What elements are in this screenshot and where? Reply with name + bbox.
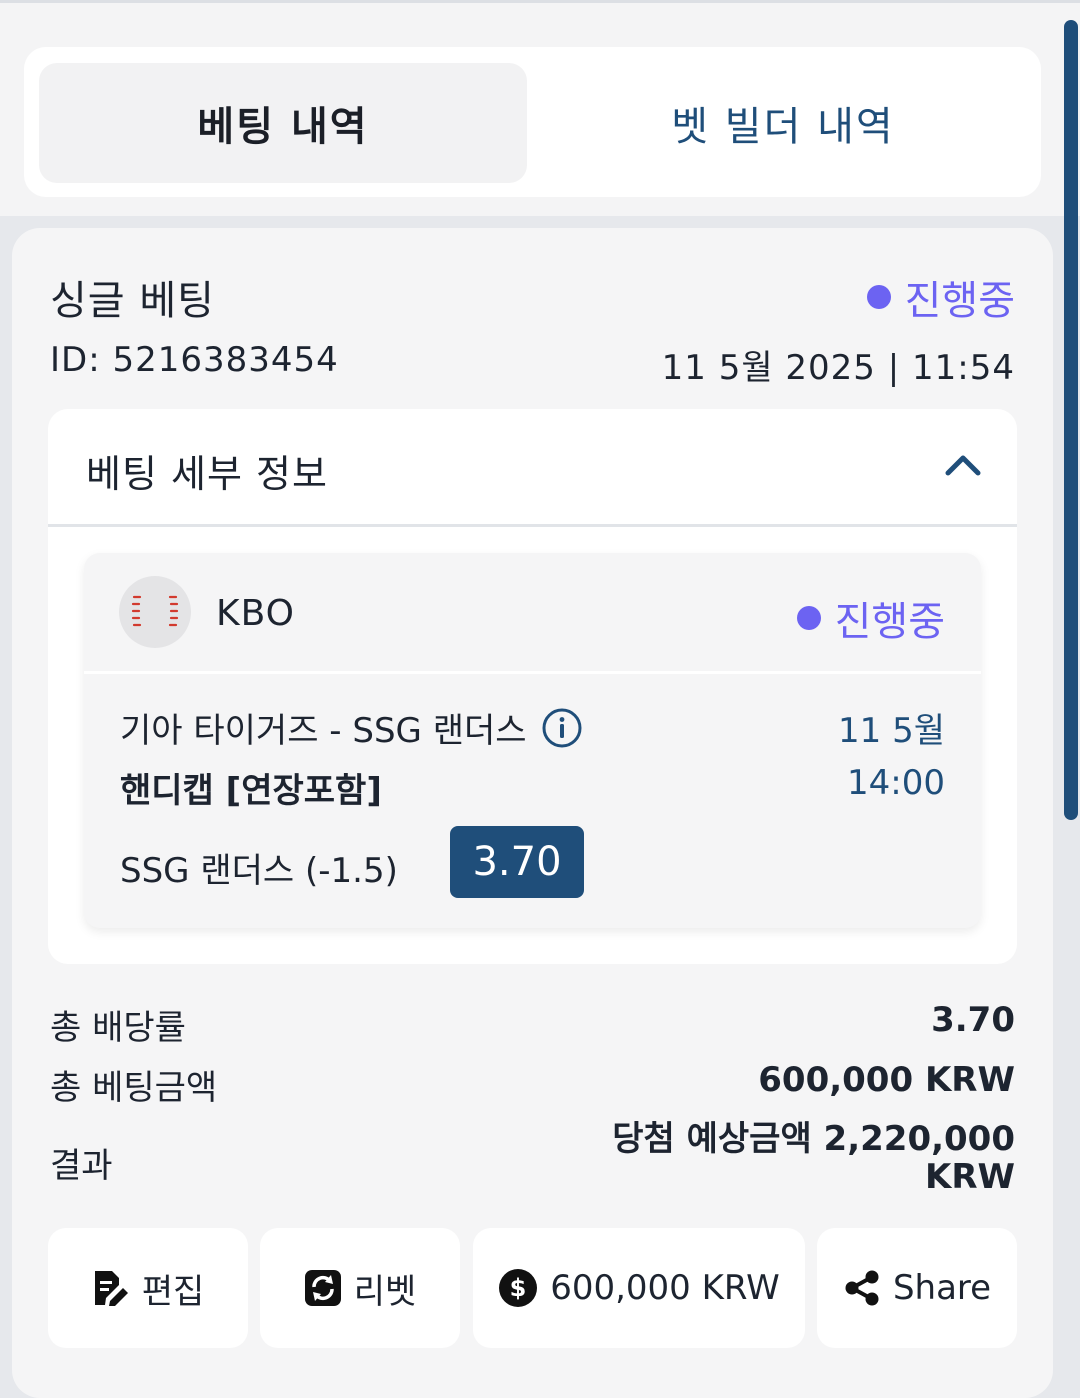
match-date: 11 5월 xyxy=(838,711,945,751)
share-button[interactable]: Share xyxy=(817,1228,1017,1348)
rebet-label: 리벳 xyxy=(353,1271,417,1312)
total-stake-label: 총 베팅금액 xyxy=(50,1068,218,1108)
bet-details-title: 베팅 세부 정보 xyxy=(86,452,328,496)
edit-button[interactable]: 편집 xyxy=(48,1228,248,1348)
match-time: 14:00 xyxy=(847,763,945,803)
tab-bet-history[interactable]: 베팅 내역 xyxy=(39,63,527,183)
stake-amount-button[interactable]: $ 600,000 KRW xyxy=(473,1228,805,1348)
dollar-icon: $ xyxy=(499,1269,538,1307)
share-label: Share xyxy=(892,1268,992,1308)
bet-market: 핸디캡 [연장포함] xyxy=(120,771,382,811)
edit-label: 편집 xyxy=(141,1271,205,1312)
match-status-badge: 진행중 xyxy=(796,589,945,647)
bet-selection: SSG 랜더스 (-1.5) xyxy=(120,851,398,891)
league-name: KBO xyxy=(216,593,296,634)
top-band: 베팅 내역 벳 빌더 내역 xyxy=(0,0,1080,216)
total-stake-value: 600,000 KRW xyxy=(758,1060,1015,1100)
bet-id: ID: 5216383454 xyxy=(50,340,339,380)
result-value-line2: KRW xyxy=(924,1157,1015,1197)
bet-status-badge: 진행중 xyxy=(866,268,1015,326)
info-icon[interactable] xyxy=(541,707,583,749)
baseball-icon xyxy=(119,576,191,648)
status-dot-icon xyxy=(866,285,891,309)
bet-datetime: 11 5월 2025 | 11:54 xyxy=(661,348,1015,388)
match-teams-text: 기아 타이거즈 - SSG 랜더스 xyxy=(120,711,527,751)
bet-status-text: 진행중 xyxy=(904,278,1015,324)
match-header: KBO 진행중 xyxy=(84,553,981,674)
edit-icon xyxy=(94,1271,128,1306)
svg-text:$: $ xyxy=(510,1274,527,1302)
total-odds-label: 총 배당률 xyxy=(50,1008,186,1048)
tab-bet-builder-history[interactable]: 벳 빌더 내역 xyxy=(534,63,1032,183)
share-icon xyxy=(845,1270,879,1306)
bet-details-header[interactable]: 베팅 세부 정보 xyxy=(48,409,1017,527)
bet-details-panel: 베팅 세부 정보 KBO 진행중 기아 타이거즈 - SSG 랜더스 핸디캡 [… xyxy=(48,409,1017,964)
total-odds-value: 3.70 xyxy=(931,1000,1015,1040)
result-label: 결과 xyxy=(50,1146,113,1186)
scrollbar[interactable] xyxy=(1064,20,1078,820)
action-buttons: 편집 리벳 $ 600,000 KRW Share xyxy=(48,1228,1017,1348)
result-value-line1: 당첨 예상금액 2,220,000 xyxy=(612,1119,1015,1159)
bet-type: 싱글 베팅 xyxy=(50,278,215,324)
match-card: KBO 진행중 기아 타이거즈 - SSG 랜더스 핸디캡 [연장포함] SSG… xyxy=(84,553,981,928)
history-tabs: 베팅 내역 벳 빌더 내역 xyxy=(24,47,1041,197)
status-dot-icon xyxy=(796,606,821,630)
rebet-icon xyxy=(304,1270,341,1306)
stake-amount-label: 600,000 KRW xyxy=(550,1268,780,1308)
match-status-text: 진행중 xyxy=(834,599,945,645)
chevron-up-icon[interactable] xyxy=(943,449,983,479)
result-value: 당첨 예상금액 2,220,000 KRW xyxy=(612,1120,1015,1196)
bet-card: 싱글 베팅 진행중 ID: 5216383454 11 5월 2025 | 11… xyxy=(12,228,1053,1398)
match-teams: 기아 타이거즈 - SSG 랜더스 xyxy=(120,703,583,752)
odds-badge: 3.70 xyxy=(450,826,584,898)
rebet-button[interactable]: 리벳 xyxy=(260,1228,460,1348)
